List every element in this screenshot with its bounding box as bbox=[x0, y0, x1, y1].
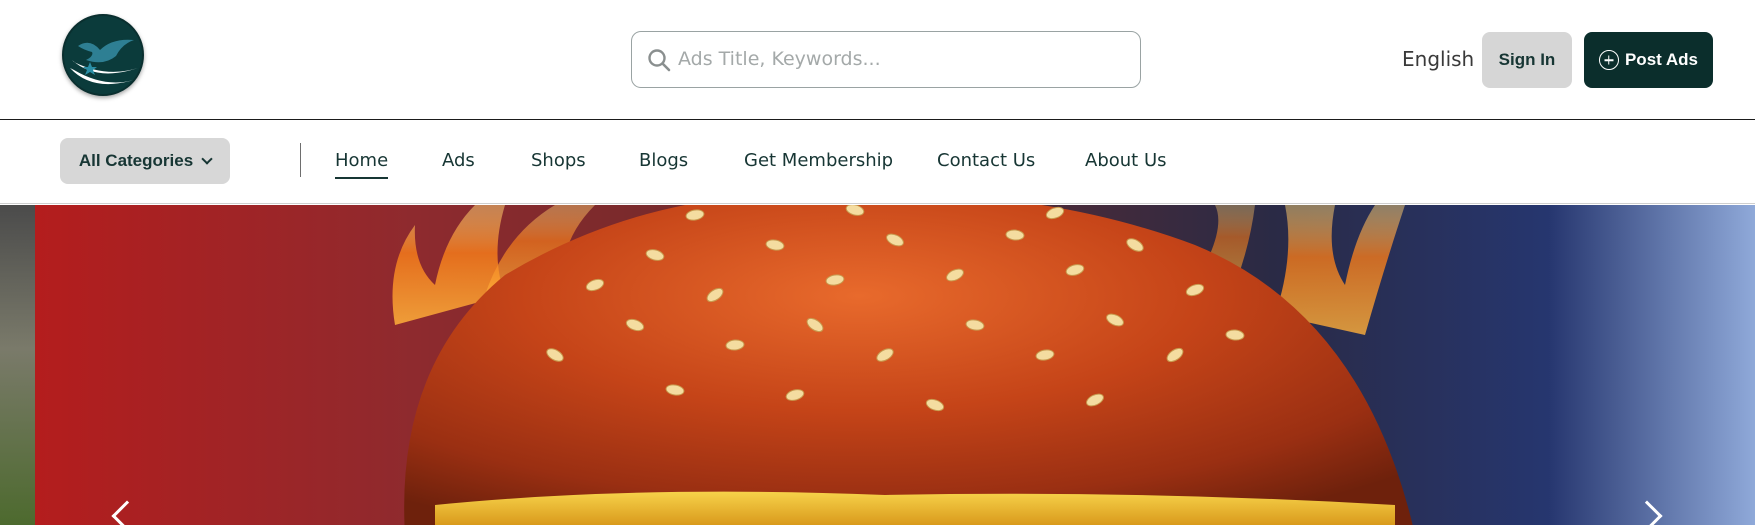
nav-item-shops[interactable]: Shops bbox=[531, 150, 586, 171]
nav-item-contact-us[interactable]: Contact Us bbox=[937, 150, 1035, 171]
search-box bbox=[631, 31, 1141, 88]
previous-slide-peek bbox=[0, 205, 35, 525]
nav-item-get-membership[interactable]: Get Membership bbox=[744, 150, 893, 171]
hero-burger-image bbox=[35, 205, 1755, 525]
search-icon bbox=[648, 49, 671, 72]
nav-item-blogs[interactable]: Blogs bbox=[639, 150, 688, 171]
nav-item-home[interactable]: Home bbox=[335, 150, 389, 179]
dove-logo-icon[interactable] bbox=[62, 14, 144, 96]
nav-item-about-us[interactable]: About Us bbox=[1085, 150, 1167, 171]
main-nav: All Categories Home Ads Shops Blogs Get … bbox=[0, 121, 1755, 204]
hero-slider bbox=[0, 205, 1755, 525]
nav-item-ads[interactable]: Ads bbox=[442, 150, 475, 171]
site-header: English Sign In Post Ads bbox=[0, 0, 1755, 120]
sign-in-label: Sign In bbox=[1498, 50, 1556, 69]
nav-divider bbox=[300, 143, 301, 177]
sign-in-button[interactable]: Sign In bbox=[1482, 32, 1572, 88]
chevron-down-icon bbox=[201, 153, 213, 165]
plus-circle-icon bbox=[1598, 50, 1619, 70]
post-ads-button[interactable]: Post Ads bbox=[1584, 32, 1713, 88]
post-ads-label: Post Ads bbox=[1624, 50, 1699, 69]
all-categories-label: All Categories bbox=[78, 151, 194, 170]
search-input[interactable] bbox=[678, 32, 1128, 86]
all-categories-button[interactable]: All Categories bbox=[60, 138, 230, 184]
language-selector[interactable]: English bbox=[1402, 47, 1474, 71]
